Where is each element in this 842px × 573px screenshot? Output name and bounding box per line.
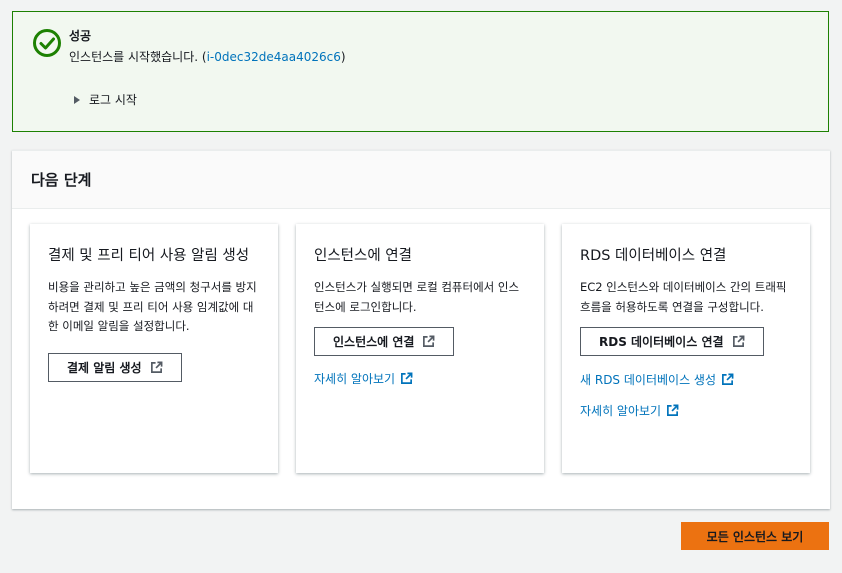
- external-link-icon: [423, 335, 435, 347]
- flash-message: 인스턴스를 시작했습니다. (i-0dec32de4aa4026c6): [69, 48, 346, 65]
- create-billing-alert-button[interactable]: 결제 알림 생성: [48, 352, 182, 382]
- create-rds-link[interactable]: 새 RDS 데이터베이스 생성: [580, 371, 734, 388]
- flash-title: 성공: [69, 29, 92, 43]
- next-steps-title: 다음 단계: [31, 171, 92, 189]
- button-label: 결제 알림 생성: [67, 360, 142, 375]
- card-title: 인스턴스에 연결: [314, 248, 412, 264]
- caret-right-icon: [74, 95, 80, 104]
- card-description: 비용을 관리하고 높은 금액의 청구서를 방지하려면 결제 및 프리 티어 사용…: [48, 280, 257, 333]
- launch-log-toggle[interactable]: 로그 시작: [73, 91, 137, 108]
- instance-id-link[interactable]: i-0dec32de4aa4026c6: [207, 50, 341, 64]
- card-description: EC2 인스턴스와 데이터베이스 간의 트래픽 흐름을 허용하도록 연결을 구성…: [580, 280, 787, 314]
- learn-more-link[interactable]: 자세히 알아보기: [314, 370, 413, 387]
- learn-more-link[interactable]: 자세히 알아보기: [580, 402, 679, 419]
- flash-message-prefix: 인스턴스를 시작했습니다. (: [69, 50, 207, 64]
- connect-instance-button[interactable]: 인스턴스에 연결: [314, 327, 455, 356]
- external-link-icon: [722, 373, 734, 385]
- billing-alert-card: 결제 및 프리 티어 사용 알림 생성 비용을 관리하고 높은 금액의 청구서를…: [30, 224, 278, 473]
- link-label: 자세히 알아보기: [314, 372, 396, 386]
- link-label: 새 RDS 데이터베이스 생성: [580, 373, 716, 387]
- external-link-icon: [667, 404, 679, 416]
- view-all-instances-button[interactable]: 모든 인스턴스 보기: [681, 522, 829, 550]
- rds-connect-card: RDS 데이터베이스 연결 EC2 인스턴스와 데이터베이스 간의 트래픽 흐름…: [562, 224, 810, 473]
- external-link-icon: [150, 361, 163, 373]
- card-title: 결제 및 프리 티어 사용 알림 생성: [48, 248, 250, 264]
- button-label: 인스턴스에 연결: [333, 335, 415, 349]
- success-flashbar: 성공 인스턴스를 시작했습니다. (i-0dec32de4aa4026c6) 로…: [12, 11, 829, 132]
- launch-log-label: 로그 시작: [89, 93, 137, 107]
- check-circle-icon: [33, 29, 61, 57]
- next-steps-header: 다음 단계: [12, 151, 830, 209]
- flash-message-suffix: ): [340, 50, 346, 64]
- next-steps-panel: 다음 단계 결제 및 프리 티어 사용 알림 생성 비용을 관리하고 높은 금액…: [12, 150, 830, 509]
- card-title: RDS 데이터베이스 연결: [580, 248, 727, 264]
- button-label: 모든 인스턴스 보기: [706, 529, 804, 544]
- button-label: RDS 데이터베이스 연결: [599, 335, 724, 349]
- connect-rds-button[interactable]: RDS 데이터베이스 연결: [580, 327, 764, 356]
- external-link-icon: [401, 372, 413, 384]
- card-description: 인스턴스가 실행되면 로컬 컴퓨터에서 인스턴스에 로그인합니다.: [314, 280, 520, 314]
- link-label: 자세히 알아보기: [580, 404, 662, 418]
- external-link-icon: [732, 335, 744, 347]
- connect-instance-card: 인스턴스에 연결 인스턴스가 실행되면 로컬 컴퓨터에서 인스턴스에 로그인합니…: [296, 224, 544, 473]
